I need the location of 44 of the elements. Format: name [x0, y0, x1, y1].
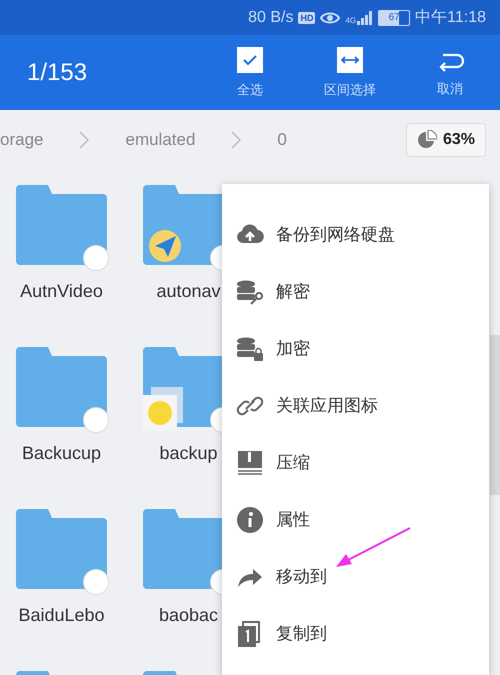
menu-item[interactable]: 复制到	[222, 605, 489, 662]
folder-icon	[16, 347, 107, 427]
hd-badge: HD	[298, 12, 316, 24]
menu-item[interactable]: 加密	[222, 320, 489, 377]
eye-icon	[320, 10, 340, 24]
folder-name: autonav	[156, 281, 221, 302]
menu-item[interactable]: 属性	[222, 491, 489, 548]
select-circle[interactable]	[83, 245, 109, 271]
app-badge-icon	[143, 387, 183, 431]
toolbar-action[interactable]: 取消	[400, 48, 500, 98]
toolbar-action[interactable]: 全选	[200, 46, 300, 98]
select-circle[interactable]	[83, 569, 109, 595]
select-circle[interactable]	[83, 407, 109, 433]
battery-indicator: 67	[378, 10, 410, 26]
scroll-thumb[interactable]	[490, 335, 500, 495]
database-key-icon	[236, 278, 264, 304]
menu-item[interactable]: 解密	[222, 263, 489, 320]
range-icon	[337, 46, 363, 72]
chevron-right-icon	[79, 131, 90, 149]
signal-icon	[357, 10, 374, 24]
info-icon	[236, 506, 264, 534]
network-type: 4G	[345, 16, 356, 24]
menu-item[interactable]: 关联应用图标	[222, 377, 489, 434]
checkbox-icon	[237, 46, 263, 72]
paper-plane-icon	[148, 229, 182, 263]
chevron-right-icon	[231, 131, 242, 149]
toolbar-action[interactable]: 区间选择	[300, 46, 400, 98]
selection-count: 1/153	[27, 58, 88, 86]
network-speed: 80 B/s	[248, 8, 294, 26]
menu-item[interactable]: 备份到网络硬盘	[222, 206, 489, 263]
pie-chart-icon	[416, 130, 437, 150]
database-lock-icon	[236, 336, 264, 362]
folder-icon	[16, 509, 107, 589]
clock: 中午11:18	[415, 8, 486, 28]
storage-usage-badge[interactable]: 63%	[406, 123, 486, 157]
folder-name: AutnVideo	[20, 281, 103, 302]
menu-item[interactable]: 压缩	[222, 434, 489, 491]
folder-name: baobac	[158, 605, 218, 626]
archive-icon	[236, 450, 264, 476]
folder-icon	[16, 185, 107, 265]
folder-name: Backucup	[22, 443, 102, 464]
menu-item[interactable]: 移动到	[222, 548, 489, 605]
folder-name: backup	[159, 443, 218, 464]
folder-name: BaiduLebo	[18, 605, 105, 626]
